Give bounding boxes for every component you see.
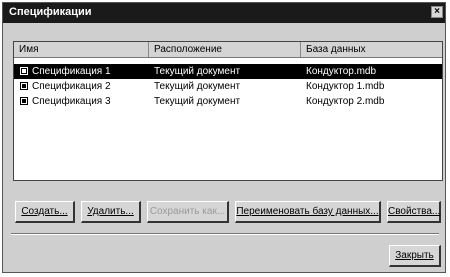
list-header: Имя Расположение База данных — [14, 42, 442, 58]
separator — [11, 233, 439, 235]
item-name: Спецификация 2 — [32, 81, 111, 92]
create-button[interactable]: Создать... — [15, 201, 75, 223]
properties-button[interactable]: Свойства... — [387, 201, 441, 223]
delete-button[interactable]: Удалить... — [81, 201, 141, 223]
list-item[interactable]: Спецификация 3 Текущий документ Кондукто… — [14, 94, 442, 109]
column-header-name[interactable]: Имя — [14, 42, 149, 57]
item-name: Спецификация 3 — [32, 96, 111, 107]
specifications-list[interactable]: Имя Расположение База данных Спецификаци… — [13, 41, 443, 181]
item-location: Текущий документ — [154, 96, 241, 107]
item-location: Текущий документ — [154, 66, 241, 77]
list-item[interactable]: Спецификация 1 Текущий документ Кондукто… — [14, 64, 442, 79]
item-database: Кондуктор 2.mdb — [306, 96, 385, 107]
item-name: Спецификация 1 — [32, 66, 111, 77]
item-database: Кондуктор 1.mdb — [306, 81, 385, 92]
save-as-button[interactable]: Сохранить как... — [147, 201, 229, 223]
dialog-title: Спецификации — [9, 6, 92, 18]
title-bar[interactable]: Спецификации × — [3, 3, 445, 23]
column-header-location[interactable]: Расположение — [149, 42, 301, 57]
column-header-database[interactable]: База данных — [301, 42, 442, 57]
specifications-dialog: Спецификации × Имя Расположение База дан… — [2, 2, 446, 273]
item-location: Текущий документ — [154, 81, 241, 92]
item-database: Кондуктор.mdb — [306, 66, 377, 77]
close-icon[interactable]: × — [431, 6, 443, 18]
rename-database-button[interactable]: Переименовать базу данных... — [235, 201, 381, 223]
close-button[interactable]: Закрыть — [389, 245, 441, 267]
list-item[interactable]: Спецификация 2 Текущий документ Кондукто… — [14, 79, 442, 94]
